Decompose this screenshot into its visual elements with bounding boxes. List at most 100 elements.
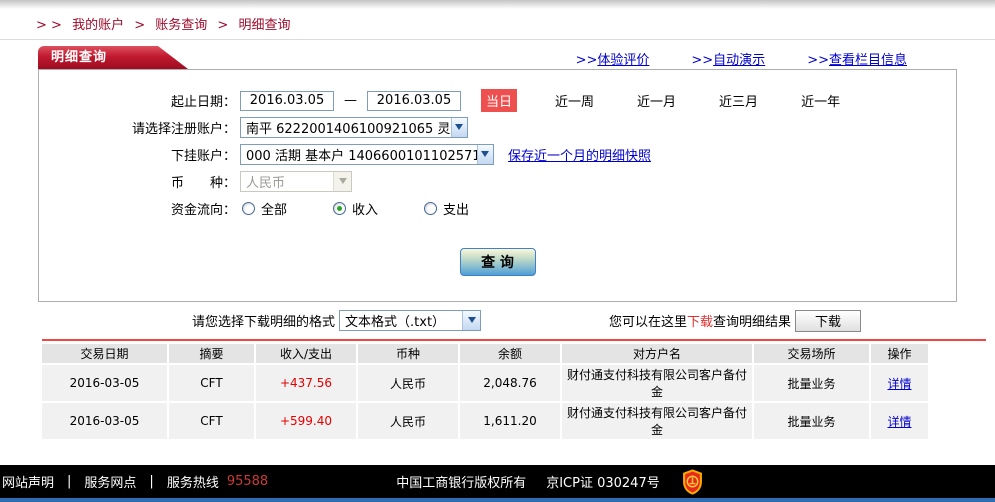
download-button[interactable]: 下载 — [795, 310, 861, 332]
cell-amount: +437.56 — [256, 365, 356, 401]
registered-account-value: 南平 6222001406100921065 灵通卡 — [246, 118, 451, 137]
cell-summary: CFT — [169, 403, 254, 439]
radio-icon[interactable] — [424, 202, 437, 215]
col-header-summary: 摘要 — [169, 344, 254, 363]
fund-flow-options: 全部 收入 支出 — [242, 199, 469, 218]
download-format-label: 请您选择下载明细的格式 — [192, 311, 335, 330]
radio-icon[interactable] — [333, 202, 346, 215]
range-today[interactable]: 当日 — [481, 89, 517, 112]
auto-demo-link[interactable]: >>自动演示 — [691, 49, 765, 68]
flow-option-all-label: 全部 — [261, 199, 287, 218]
date-from-input[interactable] — [240, 91, 334, 111]
detail-link[interactable]: 详情 — [887, 377, 911, 391]
breadcrumb-item-my-account[interactable]: 我的账户 — [72, 18, 124, 33]
footer-bar: 网站声明 | 服务网点 | 服务热线 95588 中国工商银行版权所有 京ICP… — [0, 465, 995, 498]
chevron-down-icon[interactable] — [451, 118, 467, 137]
cell-amount: +599.40 — [256, 403, 356, 439]
footer-hotline-label: 服务热线 — [167, 472, 219, 491]
col-header-date: 交易日期 — [42, 344, 167, 363]
cell-currency: 人民币 — [358, 365, 458, 401]
query-button[interactable]: 查 询 — [460, 248, 536, 276]
link-marker: >> — [807, 53, 829, 68]
flow-option-expense[interactable]: 支出 — [424, 199, 469, 218]
chevron-down-icon — [333, 172, 351, 191]
chevron-down-icon[interactable] — [462, 311, 480, 330]
footer: 网站声明 | 服务网点 | 服务热线 95588 中国工商银行版权所有 京ICP… — [0, 465, 995, 502]
link-marker: >> — [691, 53, 713, 68]
detail-link[interactable]: 详情 — [887, 415, 911, 429]
sub-account-select[interactable]: 000 活期 基本户 1406600101102571848 — [240, 144, 494, 165]
breadcrumb-prefix: > > — [36, 18, 62, 33]
query-form-panel: 起止日期： — 当日 近一周 近一月 近三月 近一年 请选择注册账户： 南平 6… — [38, 69, 957, 302]
sub-account-row: 下挂账户： 000 活期 基本户 1406600101102571848 保存近… — [39, 141, 956, 168]
cell-date: 2016-03-05 — [42, 365, 167, 401]
currency-label: 币 种： — [39, 172, 236, 191]
table-header-row: 交易日期 摘要 收入/支出 币种 余额 对方户名 交易场所 操作 — [42, 344, 928, 363]
range-last-year[interactable]: 近一年 — [796, 89, 845, 112]
download-row: 请您选择下载明细的格式 文本格式（.txt） 您可以在这里下载查询明细结果 下载 — [0, 309, 995, 332]
download-hint-before: 您可以在这里 — [609, 311, 687, 330]
breadcrumb-item-detail-query[interactable]: 明细查询 — [238, 18, 290, 33]
breadcrumb-item-account-query[interactable]: 账务查询 — [155, 18, 207, 33]
footer-icp: 京ICP证 030247号 — [546, 472, 660, 491]
footer-site-statement-link[interactable]: 网站声明 — [2, 472, 54, 491]
currency-value: 人民币 — [246, 172, 285, 191]
breadcrumb: > > 我的账户 > 账务查询 > 明细查询 — [0, 9, 995, 40]
footer-hotline-number: 95588 — [227, 474, 268, 489]
sub-account-label: 下挂账户： — [39, 145, 236, 164]
footer-separator: | — [149, 474, 153, 489]
registered-account-label: 请选择注册账户： — [39, 118, 236, 137]
col-header-action: 操作 — [871, 344, 928, 363]
date-dash: — — [344, 93, 357, 108]
experience-review-link[interactable]: >>体验评价 — [576, 49, 650, 68]
download-format-group: 请您选择下载明细的格式 文本格式（.txt） — [192, 310, 481, 331]
date-to-input[interactable] — [367, 91, 461, 111]
range-last-quarter[interactable]: 近三月 — [714, 89, 763, 112]
cell-action: 详情 — [871, 403, 928, 439]
cell-balance: 1,611.20 — [460, 403, 560, 439]
save-monthly-snapshot-link[interactable]: 保存近一个月的明细快照 — [508, 145, 651, 164]
cell-date: 2016-03-05 — [42, 403, 167, 439]
security-shield-badge-icon — [682, 469, 703, 495]
cell-channel: 批量业务 — [754, 403, 869, 439]
table-divider-line — [42, 339, 986, 341]
cell-counterparty: 财付通支付科技有限公司客户备付金 — [562, 365, 752, 401]
fund-flow-row: 资金流向： 全部 收入 支出 — [39, 195, 956, 222]
tab-detail-query[interactable]: 明细查询 — [38, 46, 188, 69]
flow-option-income[interactable]: 收入 — [333, 199, 378, 218]
quick-range-tags: 当日 近一周 近一月 近三月 近一年 — [481, 89, 845, 112]
range-last-month[interactable]: 近一月 — [632, 89, 681, 112]
chevron-down-icon[interactable] — [477, 145, 493, 164]
registered-account-select[interactable]: 南平 6222001406100921065 灵通卡 — [240, 117, 468, 138]
download-format-select[interactable]: 文本格式（.txt） — [339, 310, 481, 331]
download-hint-after: 查询明细结果 — [713, 311, 791, 330]
table-row: 2016-03-05 CFT +599.40 人民币 1,611.20 财付通支… — [42, 403, 928, 439]
cell-balance: 2,048.76 — [460, 365, 560, 401]
transaction-table: 交易日期 摘要 收入/支出 币种 余额 对方户名 交易场所 操作 2016-03… — [40, 342, 930, 441]
cell-counterparty: 财付通支付科技有限公司客户备付金 — [562, 403, 752, 439]
range-last-week[interactable]: 近一周 — [550, 89, 599, 112]
fund-flow-label: 资金流向： — [39, 199, 236, 218]
table-row: 2016-03-05 CFT +437.56 人民币 2,048.76 财付通支… — [42, 365, 928, 401]
radio-icon[interactable] — [242, 202, 255, 215]
link-label[interactable]: 自动演示 — [713, 53, 765, 68]
download-format-value: 文本格式（.txt） — [345, 311, 445, 330]
top-gradient — [0, 0, 995, 9]
flow-option-all[interactable]: 全部 — [242, 199, 287, 218]
flow-option-expense-label: 支出 — [443, 199, 469, 218]
panel-header-row: 明细查询 >>体验评价 >>自动演示 >>查看栏目信息 — [38, 46, 957, 69]
footer-branches-link[interactable]: 服务网点 — [84, 472, 136, 491]
link-label[interactable]: 体验评价 — [597, 53, 649, 68]
sub-account-value: 000 活期 基本户 1406600101102571848 — [246, 145, 477, 164]
col-header-balance: 余额 — [460, 344, 560, 363]
link-label[interactable]: 查看栏目信息 — [829, 53, 907, 68]
view-column-info-link[interactable]: >>查看栏目信息 — [807, 49, 907, 68]
date-range-label: 起止日期： — [39, 91, 236, 110]
cell-currency: 人民币 — [358, 403, 458, 439]
link-marker: >> — [576, 53, 598, 68]
date-range-row: 起止日期： — 当日 近一周 近一月 近三月 近一年 — [39, 87, 956, 114]
footer-separator: | — [67, 474, 71, 489]
breadcrumb-separator: > — [217, 18, 228, 33]
currency-select-disabled: 人民币 — [240, 171, 352, 192]
col-header-currency: 币种 — [358, 344, 458, 363]
